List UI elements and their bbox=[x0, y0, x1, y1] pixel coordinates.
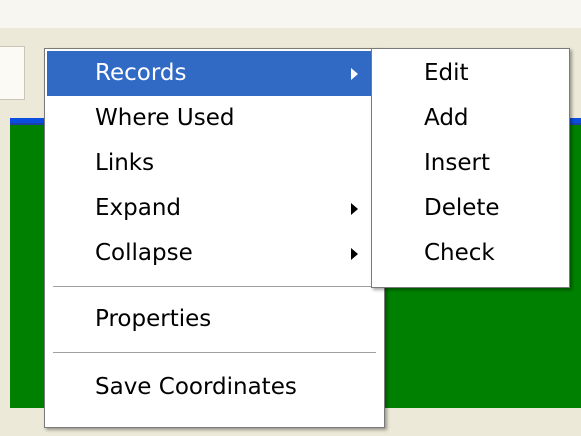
submenu-item-add[interactable]: Add bbox=[374, 96, 567, 141]
menu-separator bbox=[47, 342, 382, 363]
toolbar-strip bbox=[0, 0, 581, 28]
submenu-item-delete[interactable]: Delete bbox=[374, 186, 567, 231]
menu-item-save-coordinates[interactable]: Save Coordinates bbox=[47, 363, 382, 411]
records-submenu: Edit Add Insert Delete Check bbox=[371, 48, 570, 288]
submenu-item-label: Add bbox=[424, 105, 469, 131]
context-menu: Records Where Used Links Expand Collapse… bbox=[44, 48, 385, 428]
submenu-item-label: Edit bbox=[424, 60, 469, 86]
menu-item-properties[interactable]: Properties bbox=[47, 297, 382, 342]
submenu-arrow-icon bbox=[351, 248, 358, 260]
submenu-item-check[interactable]: Check bbox=[374, 231, 567, 276]
menu-item-where-used[interactable]: Where Used bbox=[47, 96, 382, 141]
menu-item-label: Properties bbox=[95, 306, 212, 332]
application-window: Records Where Used Links Expand Collapse… bbox=[0, 0, 581, 436]
menu-item-label: Save Coordinates bbox=[95, 374, 297, 400]
toolbar-panel bbox=[0, 46, 25, 100]
submenu-item-label: Insert bbox=[424, 150, 490, 176]
submenu-item-edit[interactable]: Edit bbox=[374, 51, 567, 96]
submenu-item-insert[interactable]: Insert bbox=[374, 141, 567, 186]
menu-item-label: Expand bbox=[95, 195, 182, 221]
menu-item-collapse[interactable]: Collapse bbox=[47, 231, 382, 276]
menu-item-label: Links bbox=[95, 150, 155, 176]
submenu-item-label: Delete bbox=[424, 195, 500, 221]
menu-item-links[interactable]: Links bbox=[47, 141, 382, 186]
submenu-item-label: Check bbox=[424, 240, 495, 266]
menu-separator bbox=[47, 276, 382, 297]
submenu-arrow-icon bbox=[351, 203, 358, 215]
menu-item-records[interactable]: Records bbox=[47, 51, 382, 96]
menu-item-expand[interactable]: Expand bbox=[47, 186, 382, 231]
submenu-arrow-icon bbox=[351, 68, 358, 80]
menu-item-label: Records bbox=[95, 60, 187, 86]
menu-item-label: Collapse bbox=[95, 240, 193, 266]
menu-item-label: Where Used bbox=[95, 105, 235, 131]
